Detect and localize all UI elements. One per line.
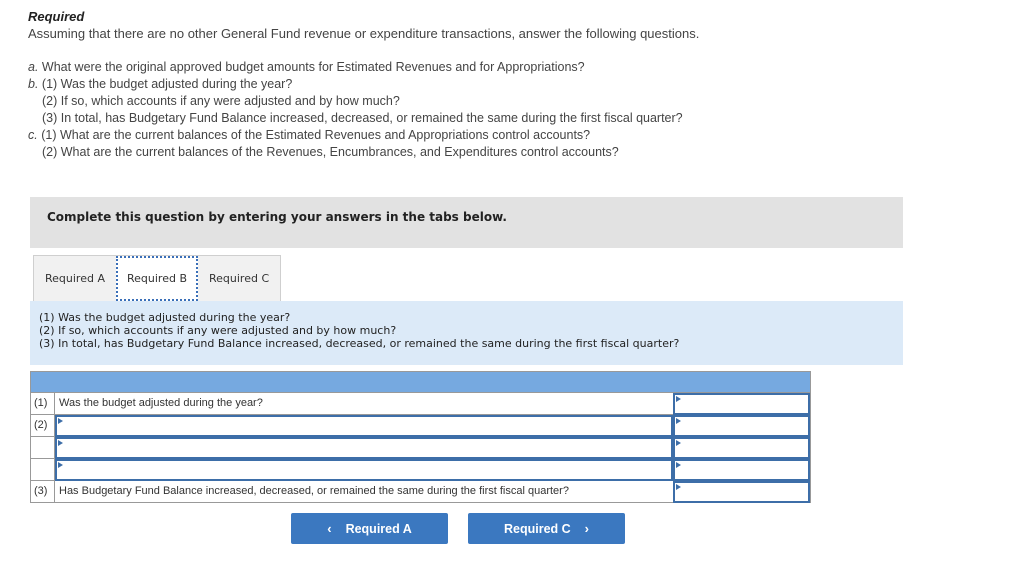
input-flag-icon	[676, 440, 681, 446]
tab-bar: Required A Required B Required C	[33, 255, 282, 301]
tab-prompt: (1) Was the budget adjusted during the y…	[30, 301, 903, 365]
row-number	[31, 437, 55, 459]
answer-input[interactable]	[673, 481, 810, 503]
grid-header	[30, 371, 811, 393]
amount-input[interactable]	[673, 415, 810, 437]
table-row	[30, 437, 811, 459]
intro-text: Assuming that there are no other General…	[28, 26, 700, 41]
question-item: a. What were the original approved budge…	[28, 60, 585, 74]
table-row	[30, 459, 811, 481]
question-item: c. (1) What are the current balances of …	[28, 128, 591, 142]
required-title: Required	[28, 9, 85, 24]
input-flag-icon	[58, 462, 63, 468]
instruction-banner: Complete this question by entering your …	[30, 197, 903, 248]
amount-input[interactable]	[673, 437, 810, 459]
input-flag-icon	[58, 440, 63, 446]
next-required-c-button[interactable]: Required C ›	[468, 513, 625, 544]
prev-required-a-button[interactable]: ‹ Required A	[291, 513, 448, 544]
input-flag-icon	[676, 396, 681, 402]
answer-grid: (1) Was the budget adjusted during the y…	[30, 371, 811, 503]
chevron-right-icon: ›	[584, 521, 590, 536]
table-row: (2)	[30, 415, 811, 437]
amount-input[interactable]	[673, 459, 810, 481]
account-input[interactable]	[55, 459, 673, 481]
row-number: (2)	[31, 415, 55, 437]
question-item: (2) If so, which accounts if any were ad…	[42, 94, 400, 108]
instruction-text: Complete this question by entering your …	[47, 210, 507, 224]
row-label: Has Budgetary Fund Balance increased, de…	[55, 481, 673, 503]
question-item: (3) In total, has Budgetary Fund Balance…	[42, 111, 683, 125]
prompt-line: (2) If so, which accounts if any were ad…	[39, 324, 397, 337]
next-button-label: Required C	[503, 521, 571, 536]
tab-required-a[interactable]: Required A	[34, 256, 116, 301]
question-item: b. (1) Was the budget adjusted during th…	[28, 77, 293, 91]
tab-required-c[interactable]: Required C	[198, 256, 281, 301]
prompt-line: (1) Was the budget adjusted during the y…	[39, 311, 291, 324]
row-number: (3)	[31, 481, 55, 503]
table-row: (3) Has Budgetary Fund Balance increased…	[30, 481, 811, 503]
input-flag-icon	[58, 418, 63, 424]
input-flag-icon	[676, 462, 681, 468]
input-flag-icon	[676, 418, 681, 424]
row-number: (1)	[31, 393, 55, 415]
question-item: (2) What are the current balances of the…	[42, 145, 619, 159]
tab-required-b[interactable]: Required B	[115, 256, 198, 301]
row-number	[31, 459, 55, 481]
chevron-left-icon: ‹	[327, 521, 332, 536]
account-input[interactable]	[55, 415, 673, 437]
prompt-line: (3) In total, has Budgetary Fund Balance…	[39, 337, 680, 350]
prev-button-label: Required A	[345, 521, 412, 536]
question-list: a. What were the original approved budge…	[28, 59, 683, 161]
answer-input[interactable]	[673, 393, 810, 415]
table-row: (1) Was the budget adjusted during the y…	[30, 393, 811, 415]
row-label: Was the budget adjusted during the year?	[55, 393, 673, 415]
account-input[interactable]	[55, 437, 673, 459]
input-flag-icon	[676, 484, 681, 490]
